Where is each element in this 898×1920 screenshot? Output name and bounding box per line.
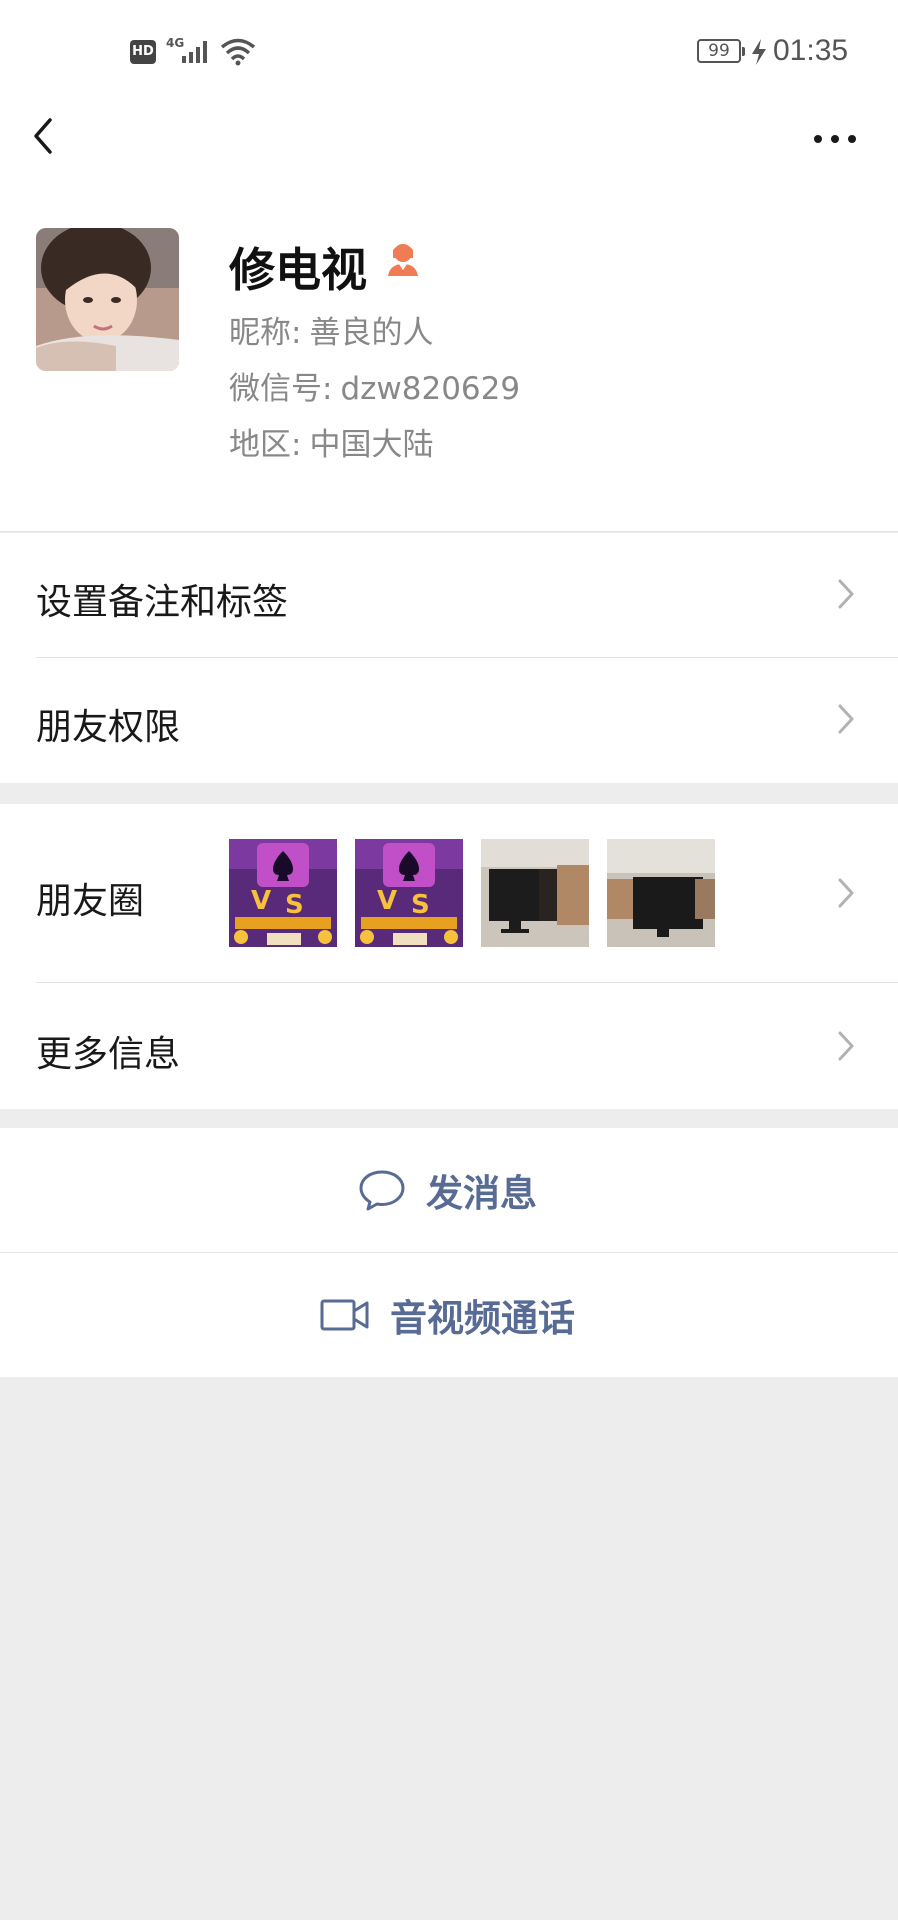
profile-header: 修电视 昵称: 善良的人 微信号: dzw820629 地区: 中国大陆 — [0, 180, 898, 532]
moments-thumbnail: V S — [229, 839, 337, 947]
svg-text:S: S — [285, 890, 304, 920]
wechat-id-line: 微信号: dzw820629 — [229, 363, 520, 408]
moments-row[interactable]: 朋友圈 V S V S — [0, 804, 898, 982]
chevron-right-icon — [838, 704, 854, 734]
more-dots-icon[interactable] — [810, 120, 860, 160]
region-label: 地区: — [229, 427, 302, 463]
hd-badge: HD — [130, 40, 156, 64]
wechat-id-label: 微信号: — [229, 371, 333, 407]
video-call-label: 音视频通话 — [390, 1297, 575, 1340]
region-value: 中国大陆 — [309, 427, 434, 463]
chevron-right-icon — [838, 579, 854, 609]
signal-icon — [182, 41, 207, 63]
remarks-tags-label: 设置备注和标签 — [36, 582, 289, 623]
remarks-tags-row[interactable]: 设置备注和标签 — [0, 533, 898, 658]
chevron-right-icon — [838, 1031, 854, 1061]
moments-thumbnail — [481, 839, 589, 947]
video-camera-icon — [320, 1299, 369, 1331]
more-info-row[interactable]: 更多信息 — [0, 983, 898, 1109]
nickname-line: 昵称: 善良的人 — [229, 307, 433, 352]
send-message-button[interactable]: 发消息 — [0, 1128, 898, 1252]
settings-card: 设置备注和标签 朋友权限 — [0, 533, 898, 783]
send-message-label: 发消息 — [426, 1172, 537, 1215]
friend-permissions-label: 朋友权限 — [36, 707, 181, 748]
svg-text:S: S — [411, 890, 430, 920]
friend-permissions-row[interactable]: 朋友权限 — [0, 658, 898, 783]
nickname-label: 昵称: — [229, 315, 302, 351]
clock: 01:35 — [773, 34, 849, 67]
chat-bubble-icon — [359, 1170, 405, 1211]
moments-thumbnail: V S — [355, 839, 463, 947]
svg-text:V: V — [251, 886, 271, 916]
send-message-content: 发消息 — [358, 1128, 537, 1252]
wechat-id-value[interactable]: dzw820629 — [340, 371, 520, 407]
moments-label: 朋友圈 — [36, 881, 145, 922]
battery-icon: 99 — [697, 39, 745, 63]
moments-card: 朋友圈 V S V S 更多信息 — [0, 804, 898, 1109]
moments-thumbnail — [607, 839, 715, 947]
nav-bar — [0, 100, 898, 180]
wifi-icon — [220, 38, 256, 66]
avatar[interactable] — [36, 228, 179, 371]
more-info-label: 更多信息 — [36, 1034, 181, 1075]
charging-bolt-icon — [752, 39, 766, 65]
nickname-value: 善良的人 — [309, 315, 434, 351]
svg-text:V: V — [377, 886, 397, 916]
status-bar: HD 4G 99 01:35 — [0, 0, 898, 100]
video-call-content: 音视频通话 — [320, 1253, 575, 1377]
chevron-right-icon — [838, 878, 854, 908]
display-name: 修电视 — [229, 243, 367, 297]
female-user-icon — [388, 244, 418, 276]
video-call-button[interactable]: 音视频通话 — [0, 1253, 898, 1377]
region-line: 地区: 中国大陆 — [229, 419, 433, 464]
back-arrow-icon[interactable] — [22, 112, 72, 162]
